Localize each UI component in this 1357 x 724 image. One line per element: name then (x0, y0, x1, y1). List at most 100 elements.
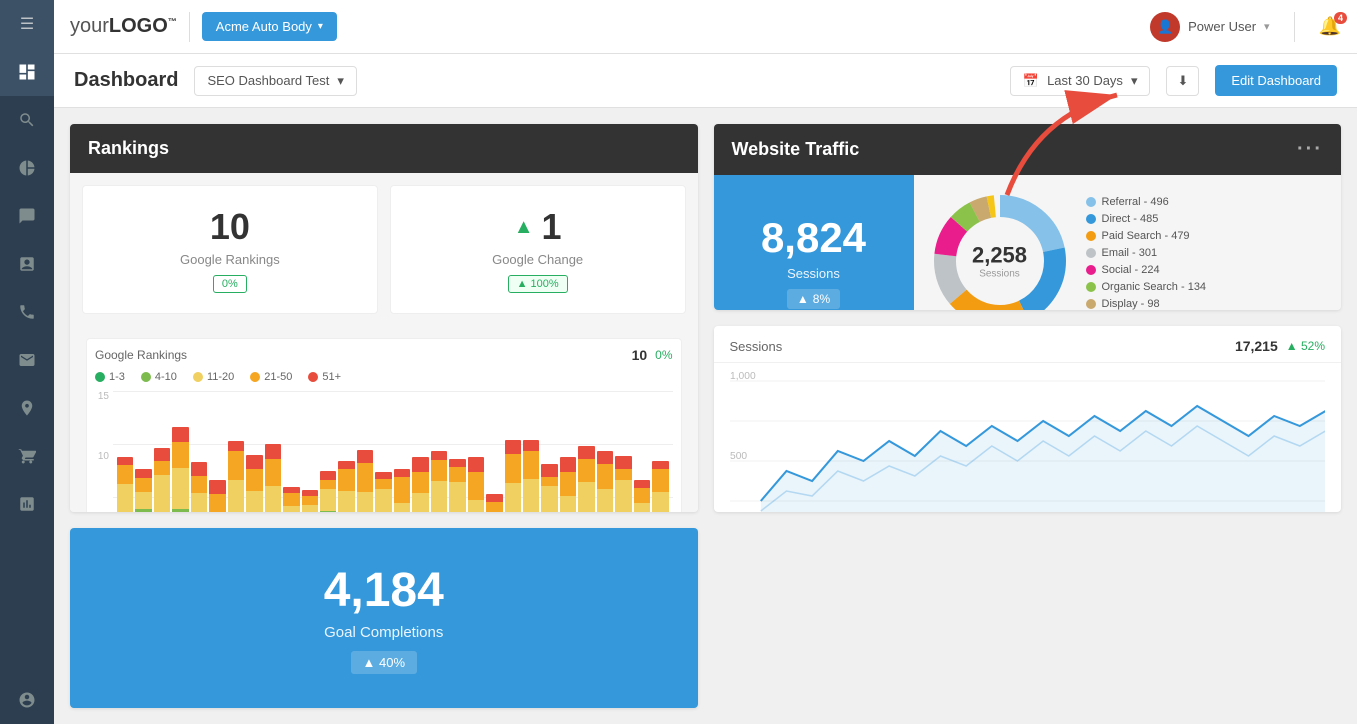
bar-group (117, 391, 133, 512)
bar-segment (135, 478, 151, 492)
sidebar-item-user[interactable] (0, 676, 54, 724)
bar-group (505, 391, 521, 512)
bar-segment (449, 459, 465, 467)
sidebar-item-analytics[interactable] (0, 480, 54, 528)
bar-segment (320, 489, 336, 511)
dashboard-grid: Rankings 10 Google Rankings 0% ▲ 1 Googl… (54, 108, 1357, 724)
bar-segment (375, 489, 391, 512)
rankings-widget: Rankings 10 Google Rankings 0% ▲ 1 Googl… (70, 124, 698, 512)
google-rankings-value: 10 (99, 206, 361, 248)
rankings-title: Rankings (88, 138, 169, 159)
bar-segment (634, 488, 650, 503)
goal-value: 4,184 (324, 563, 444, 618)
bar-segment (320, 480, 336, 489)
sidebar-item-mail[interactable] (0, 336, 54, 384)
legend-dot-21-50 (250, 372, 260, 382)
bar-segment (449, 482, 465, 512)
bar-segment (154, 448, 170, 461)
bar-segment (578, 482, 594, 512)
bar-group (246, 391, 262, 512)
legend-dot-51plus (308, 372, 318, 382)
bar-segment (228, 451, 244, 480)
bar-segment (394, 477, 410, 503)
bar-segment (283, 493, 299, 506)
bar-segment (154, 475, 170, 512)
bar-segment (560, 457, 576, 472)
bar-group (523, 391, 539, 512)
widget-menu-traffic[interactable]: ··· (1297, 138, 1323, 161)
sidebar-item-dashboard[interactable] (0, 48, 54, 96)
bar-segment (338, 469, 354, 491)
sidebar-item-cart[interactable] (0, 432, 54, 480)
bar-group (615, 391, 631, 512)
bar-segment (375, 472, 391, 479)
bar-segment (468, 472, 484, 500)
bar-segment (652, 469, 668, 492)
bar-segment (320, 511, 336, 512)
export-button[interactable]: ⬇ (1166, 66, 1199, 96)
sessions-badge: ▲ 8% (787, 289, 840, 309)
google-change-value: ▲ 1 (407, 206, 669, 248)
bar-segment (578, 446, 594, 459)
bar-segment (394, 469, 410, 477)
legend-21-50: 21-50 (250, 371, 292, 383)
sidebar-item-chat[interactable] (0, 192, 54, 240)
logo-area: yourLOGO™ Acme Auto Body ▾ (70, 12, 337, 42)
sidebar-item-location[interactable] (0, 384, 54, 432)
google-change-badge: ▲ 100% (508, 275, 568, 293)
org-selector[interactable]: Acme Auto Body ▾ (202, 12, 337, 41)
bar-segment (523, 451, 539, 479)
logo-divider (189, 12, 190, 42)
bar-segment (505, 440, 521, 454)
sidebar-item-reports[interactable] (0, 240, 54, 288)
bar-segment (541, 477, 557, 486)
bar-segment (357, 450, 373, 463)
bar-group (154, 391, 170, 512)
bar-segment (338, 461, 354, 469)
rankings-stats: 10 Google Rankings 0% ▲ 1 Google Change … (70, 173, 698, 326)
bar-segment (172, 468, 188, 509)
legend-dot-1-3 (95, 372, 105, 382)
donut-legend: Referral - 496 Direct - 485 Paid Search … (1086, 196, 1326, 311)
dashboard-chevron: ▾ (337, 73, 344, 89)
bar-group (597, 391, 613, 512)
notification-bell[interactable]: 🔔 4 (1319, 16, 1341, 37)
bar-segment (209, 494, 225, 512)
bar-segment (449, 467, 465, 482)
legend-dot-4-10 (141, 372, 151, 382)
bar-group (172, 391, 188, 512)
bar-segment (357, 492, 373, 512)
bar-segment (486, 494, 502, 502)
date-range-button[interactable]: 📅 Last 30 Days ▾ (1010, 66, 1151, 96)
dashboard-selector[interactable]: SEO Dashboard Test ▾ (194, 66, 356, 96)
chart-title: Google Rankings (95, 348, 187, 362)
sidebar-toggle[interactable]: ☰ (0, 0, 54, 48)
bar-group (375, 391, 391, 512)
bar-group (412, 391, 428, 512)
legend-51plus: 51+ (308, 371, 341, 383)
sessions-chart-header: Sessions 17,215 ▲ 52% (714, 326, 1342, 363)
calendar-icon: 📅 (1023, 73, 1039, 89)
dot-display (1086, 299, 1096, 309)
bar-group (541, 391, 557, 512)
sidebar-item-pie[interactable] (0, 144, 54, 192)
user-area[interactable]: 👤 Power User ▾ (1150, 12, 1269, 42)
bar-group (338, 391, 354, 512)
edit-dashboard-button[interactable]: Edit Dashboard (1215, 65, 1337, 96)
bar-segment (117, 465, 133, 484)
line-chart-svg: 1,000 500 (730, 371, 1326, 512)
bar-segment (523, 479, 539, 512)
google-change-card: ▲ 1 Google Change ▲ 100% (390, 185, 686, 314)
bar-segment (597, 451, 613, 464)
legend-display: Display - 98 (1086, 298, 1326, 310)
dot-social (1086, 265, 1096, 275)
sub-header: Dashboard SEO Dashboard Test ▾ 📅 Last 30… (54, 54, 1357, 108)
bar-group (634, 391, 650, 512)
bar-segment (228, 480, 244, 512)
date-chevron: ▾ (1131, 73, 1138, 89)
sidebar-item-search[interactable] (0, 96, 54, 144)
bar-segment (431, 451, 447, 460)
sidebar-item-phone[interactable] (0, 288, 54, 336)
bar-group (468, 391, 484, 512)
bar-segment (191, 476, 207, 493)
